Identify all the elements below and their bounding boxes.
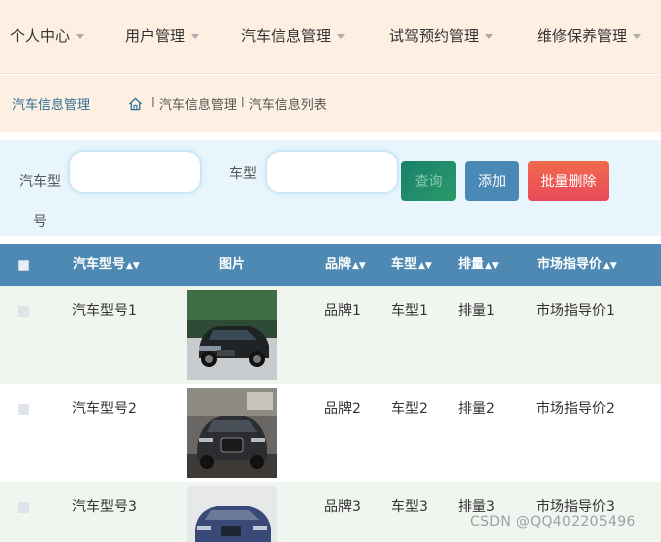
cell-brand: 品牌2 [324,401,361,417]
nav-item-maintenance-management[interactable]: 维修保养管理 [537,0,642,70]
car-type-input[interactable] [266,151,398,193]
column-header-label: 汽车型号 [73,257,126,272]
column-header-label: 车型 [391,257,418,272]
table-row[interactable]: 汽车型号3 品牌3 车型3 排量3 市场指导价3 [0,482,661,542]
column-header-price[interactable]: 市场指导价▲▼ [537,244,617,286]
query-button[interactable]: 查询 [401,161,456,201]
cell-model: 汽车型号1 [72,303,137,319]
breadcrumb: I 汽车信息管理 I 汽车信息列表 [128,94,327,113]
model-label-line: 汽车型 [19,174,61,190]
nav-item-car-info-management[interactable]: 汽车信息管理 [241,0,346,70]
column-header-image: 图片 [219,244,245,286]
cell-displacement: 排量3 [458,499,495,515]
column-header-model[interactable]: 汽车型号▲▼ [73,244,140,286]
column-header-type[interactable]: 车型▲▼ [391,244,432,286]
car-image [187,290,277,380]
add-button[interactable]: 添加 [465,161,519,201]
car-image [187,486,277,542]
cell-price: 市场指导价2 [536,401,615,417]
chevron-down-icon [337,33,346,39]
cell-displacement: 排量2 [458,401,495,417]
cell-price: 市场指导价1 [536,303,615,319]
column-header-brand[interactable]: 品牌▲▼ [325,244,366,286]
select-all-checkbox[interactable] [18,260,29,271]
car-photo-icon [187,486,277,542]
sort-icon[interactable]: ▲▼ [485,261,499,271]
column-header-displacement[interactable]: 排量▲▼ [458,244,499,286]
sort-icon[interactable]: ▲▼ [603,261,617,271]
chevron-down-icon [485,33,494,39]
cell-type: 车型2 [391,401,428,417]
cell-displacement: 排量1 [458,303,495,319]
chevron-down-icon [633,33,642,39]
column-header-label: 品牌 [325,257,352,272]
sort-icon[interactable]: ▲▼ [352,261,366,271]
car-photo-icon [187,388,277,478]
cell-type: 车型1 [391,303,428,319]
model-label: 汽车型 号 [17,162,63,242]
nav-item-label: 试驾预约管理 [389,26,480,45]
table-row[interactable]: 汽车型号2 品牌2 车型2 排量2 市场指导价2 [0,384,661,482]
home-icon[interactable] [128,97,143,111]
breadcrumb-item: 汽车信息列表 [248,98,327,113]
cell-brand: 品牌1 [324,303,361,319]
row-checkbox[interactable] [18,502,29,513]
table-row[interactable]: 汽车型号1 品牌1 车型1 排量1 市场指导价1 [0,286,661,384]
nav-item-label: 个人中心 [10,26,71,45]
chevron-down-icon [76,33,85,39]
nav-item-personal-center[interactable]: 个人中心 [10,0,85,70]
car-type-label: 车型 [229,166,257,182]
cell-price: 市场指导价3 [536,499,615,515]
model-label-line: 号 [33,214,47,230]
row-checkbox[interactable] [18,404,29,415]
car-image [187,388,277,478]
cell-model: 汽车型号2 [72,401,137,417]
cell-model: 汽车型号3 [72,499,137,515]
sort-icon[interactable]: ▲▼ [126,261,140,271]
nav-item-label: 维修保养管理 [537,26,628,45]
nav-item-label: 用户管理 [125,26,186,45]
column-header-label: 图片 [219,257,246,272]
breadcrumb-bar: 汽车信息管理 I 汽车信息管理 I 汽车信息列表 [0,75,661,132]
car-model-input[interactable] [69,151,201,193]
page-title: 汽车信息管理 [12,98,91,113]
nav-item-test-drive-booking[interactable]: 试驾预约管理 [389,0,494,70]
car-photo-icon [187,290,277,380]
cell-brand: 品牌3 [324,499,361,515]
nav-item-user-management[interactable]: 用户管理 [125,0,200,70]
top-nav: 个人中心 用户管理 汽车信息管理 试驾预约管理 维修保养管理 [0,0,661,74]
column-header-label: 排量 [458,257,485,272]
watermark: CSDN @QQ402205496 [470,514,636,530]
table-header: 汽车型号▲▼ 图片 品牌▲▼ 车型▲▼ 排量▲▼ 市场指导价▲▼ [0,244,661,286]
sort-icon[interactable]: ▲▼ [418,261,432,271]
nav-item-label: 汽车信息管理 [241,26,332,45]
breadcrumb-separator: I [151,96,155,111]
chevron-down-icon [191,33,200,39]
batch-delete-button[interactable]: 批量删除 [528,161,609,201]
column-header-label: 市场指导价 [537,257,603,272]
row-checkbox[interactable] [18,306,29,317]
breadcrumb-separator: I [240,96,245,111]
breadcrumb-item[interactable]: 汽车信息管理 [159,94,237,113]
cell-type: 车型3 [391,499,428,515]
